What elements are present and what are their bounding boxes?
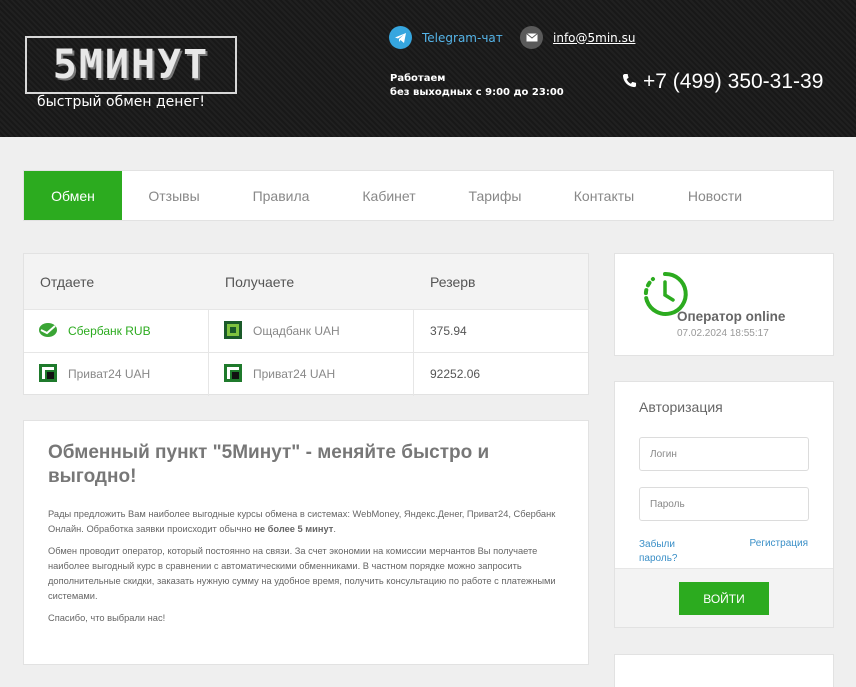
nav-item-news[interactable]: Новости bbox=[660, 171, 770, 220]
give-currency: Приват24 UAH bbox=[68, 367, 151, 381]
article-paragraph-1: Рады предложить Вам наиболее выгодные ку… bbox=[48, 507, 564, 537]
operator-status: Оператор online 07.02.2024 18:55:17 bbox=[614, 253, 834, 356]
main-nav: Обмен Отзывы Правила Кабинет Тарифы Конт… bbox=[23, 170, 834, 221]
logo-text: 5МИНУТ bbox=[52, 42, 210, 88]
site-header: 5МИНУТ быстрый обмен денег! Telegram-чат… bbox=[0, 0, 856, 137]
login-button[interactable]: ВОЙТИ bbox=[679, 582, 769, 615]
give-cell[interactable]: Приват24 UAH bbox=[24, 352, 209, 396]
header-reserve: Резерв bbox=[430, 273, 476, 290]
forgot-password-link[interactable]: Забыли пароль? bbox=[639, 538, 709, 566]
operator-time: 07.02.2024 18:55:17 bbox=[677, 328, 769, 339]
working-hours: Работаем без выходных с 9:00 до 23:00 bbox=[390, 72, 564, 100]
login-input[interactable] bbox=[639, 437, 809, 471]
nav-item-contacts[interactable]: Контакты bbox=[548, 171, 660, 220]
article-paragraph-3: Спасибо, что выбрали нас! bbox=[48, 613, 166, 623]
p1-bold: не более 5 минут bbox=[254, 524, 334, 534]
auth-footer: ВОЙТИ bbox=[615, 568, 833, 627]
article-title: Обменный пункт "5Минут" - меняйте быстро… bbox=[48, 442, 490, 487]
reserve-cell: 92252.06 bbox=[430, 367, 481, 381]
auth-title: Авторизация bbox=[639, 399, 723, 415]
receive-cell[interactable]: Ощадбанк UAH bbox=[209, 309, 414, 353]
receive-cell[interactable]: Приват24 UAH bbox=[209, 352, 414, 396]
nav-item-reviews[interactable]: Отзывы bbox=[122, 171, 226, 220]
privat24-icon bbox=[223, 363, 243, 386]
sidebar-card bbox=[614, 654, 834, 687]
phone-number[interactable]: +7 (499) 350-31-39 bbox=[622, 70, 823, 94]
logo-frame: 5МИНУТ bbox=[25, 36, 237, 94]
table-row[interactable]: Приват24 UAH Приват24 UAH 92252.06 bbox=[24, 352, 588, 396]
telegram-label: Telegram-чат bbox=[422, 30, 503, 45]
password-input[interactable] bbox=[639, 487, 809, 521]
telegram-icon bbox=[389, 26, 412, 49]
phone-icon bbox=[622, 70, 637, 94]
give-cell[interactable]: Сбербанк RUB bbox=[24, 309, 209, 353]
register-link[interactable]: Регистрация bbox=[750, 538, 808, 549]
header-receive: Получаете bbox=[225, 273, 295, 290]
table-header: Отдаете Получаете Резерв bbox=[24, 254, 588, 309]
exchange-table: Отдаете Получаете Резерв Сбербанк RUB Ощ… bbox=[23, 253, 589, 396]
receive-currency: Ощадбанк UAH bbox=[253, 324, 340, 338]
reserve-cell: 375.94 bbox=[430, 324, 467, 338]
email-link[interactable]: info@5min.su bbox=[520, 26, 635, 49]
telegram-chat-link[interactable]: Telegram-чат bbox=[389, 26, 503, 49]
hours-line-1: Работаем bbox=[390, 73, 446, 84]
article-paragraph-2: Обмен проводит оператор, который постоян… bbox=[48, 546, 556, 601]
operator-title: Оператор online bbox=[677, 309, 786, 324]
oschadbank-icon bbox=[223, 320, 243, 343]
header-give: Отдаете bbox=[40, 273, 95, 290]
nav-item-cabinet[interactable]: Кабинет bbox=[336, 171, 442, 220]
nav-item-rules[interactable]: Правила bbox=[226, 171, 336, 220]
table-row[interactable]: Сбербанк RUB Ощадбанк UAH 375.94 bbox=[24, 309, 588, 353]
email-address: info@5min.su bbox=[553, 30, 636, 45]
privat24-icon bbox=[38, 363, 58, 386]
receive-currency: Приват24 UAH bbox=[253, 367, 336, 381]
site-logo[interactable]: 5МИНУТ быстрый обмен денег! bbox=[25, 36, 237, 114]
about-article: Обменный пункт "5Минут" - меняйте быстро… bbox=[23, 420, 589, 665]
p1-end: . bbox=[333, 524, 336, 534]
phone-text: +7 (499) 350-31-39 bbox=[643, 70, 824, 93]
nav-item-exchange[interactable]: Обмен bbox=[24, 171, 122, 220]
sberbank-icon bbox=[38, 322, 58, 341]
nav-item-tariffs[interactable]: Тарифы bbox=[442, 171, 548, 220]
logo-subtitle: быстрый обмен денег! bbox=[37, 94, 206, 110]
hours-line-2: без выходных с 9:00 до 23:00 bbox=[390, 87, 564, 98]
give-currency: Сбербанк RUB bbox=[68, 324, 151, 338]
mail-icon bbox=[520, 26, 543, 49]
auth-form: Авторизация Забыли пароль? Регистрация В… bbox=[614, 381, 834, 628]
